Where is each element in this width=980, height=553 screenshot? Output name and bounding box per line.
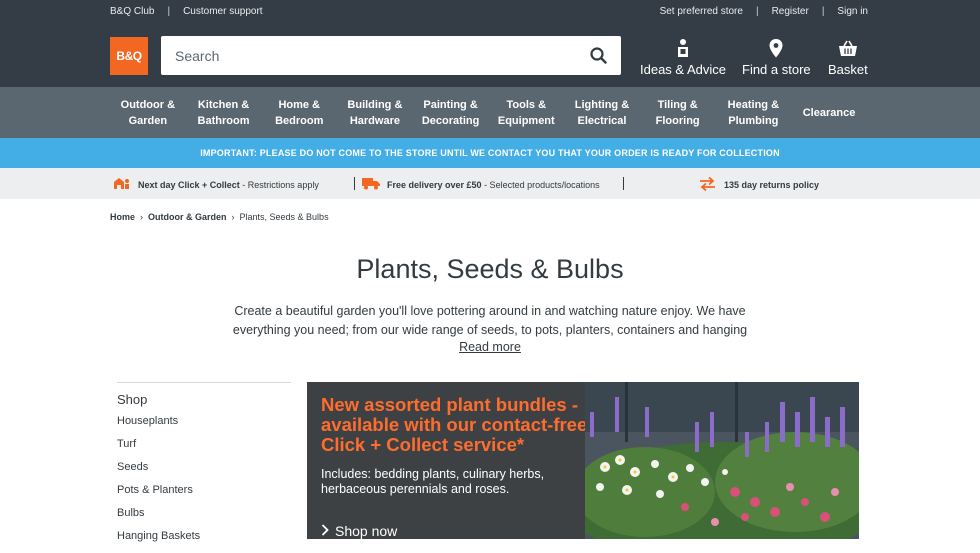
read-more-label: Read more (459, 340, 521, 354)
sidebar-item-turf[interactable]: Turf (117, 438, 291, 461)
sidebar-item-hanging-baskets[interactable]: Hanging Baskets (117, 530, 291, 553)
chevron-right-icon (321, 523, 329, 539)
nav-tiling-flooring[interactable]: Tiling & Flooring (640, 87, 716, 138)
free-delivery-text: Free delivery over £50 (387, 179, 482, 190)
nav-clearance[interactable]: Clearance (791, 87, 867, 138)
nav-painting-decorating[interactable]: Painting & Decorating (413, 87, 489, 138)
nav-home-bedroom[interactable]: Home & Bedroom (261, 87, 337, 138)
click-collect-text: Next day Click + Collect (138, 179, 240, 190)
set-preferred-store-link[interactable]: Set preferred store (660, 6, 743, 17)
find-store-label: Find a store (742, 62, 811, 77)
ideas-advice-label: Ideas & Advice (640, 62, 726, 77)
separator: | (821, 5, 825, 17)
bq-club-link[interactable]: B&Q Club (110, 6, 154, 17)
important-banner: IMPORTANT: PLEASE DO NOT COME TO THE STO… (0, 138, 980, 168)
separator: | (167, 5, 171, 17)
returns-arrows-icon (699, 176, 716, 193)
promo-banner[interactable]: New assorted plant bundles - available w… (307, 382, 859, 539)
sidebar-item-houseplants[interactable]: Houseplants (117, 415, 291, 438)
usp-divider (623, 177, 624, 190)
promo-includes: Includes: bedding plants, culinary herbs… (321, 467, 545, 496)
flower-garden-image (585, 382, 859, 539)
utility-bar: B&Q Club | Customer support Set preferre… (0, 0, 980, 22)
breadcrumb: Home › Outdoor & Garden › Plants, Seeds … (110, 212, 329, 222)
returns-text: 135 day returns policy (724, 180, 820, 190)
search-icon[interactable] (587, 45, 609, 67)
category-nav: Outdoor & Garden Kitchen & Bathroom Home… (0, 87, 980, 138)
sidebar-item-bulbs[interactable]: Bulbs (117, 507, 291, 530)
person-ideas-icon (675, 38, 691, 58)
nav-kitchen-bathroom[interactable]: Kitchen & Bathroom (186, 87, 262, 138)
click-collect-note: - Restrictions apply (239, 179, 319, 190)
chevron-right-icon: › (140, 212, 144, 222)
page-title: Plants, Seeds & Bulbs (356, 254, 624, 284)
intro-text: Create a beautiful garden you'll love po… (232, 304, 748, 337)
nav-tools-equipment[interactable]: Tools & Equipment (488, 87, 564, 138)
usp-free-delivery[interactable]: Free delivery over £50 - Selected produc… (362, 177, 600, 192)
separator: | (755, 5, 759, 17)
sign-in-link[interactable]: Sign in (837, 6, 868, 17)
register-link[interactable]: Register (772, 6, 809, 17)
search-bar (161, 36, 621, 75)
promo-headline: New assorted plant bundles - available w… (321, 394, 588, 455)
ideas-advice-link[interactable]: Ideas & Advice (640, 38, 726, 77)
breadcrumb-home[interactable]: Home (110, 212, 135, 222)
delivery-truck-icon (362, 177, 380, 192)
sidebar-title: Shop (117, 392, 148, 407)
usp-click-collect[interactable]: Next day Click + Collect - Restrictions … (113, 177, 319, 192)
customer-support-link[interactable]: Customer support (183, 6, 262, 17)
basket-label: Basket (828, 62, 868, 77)
sidebar-item-pots-planters[interactable]: Pots & Planters (117, 484, 291, 507)
breadcrumb-outdoor-garden[interactable]: Outdoor & Garden (148, 212, 227, 222)
chevron-right-icon: › (231, 212, 235, 222)
nav-heating-plumbing[interactable]: Heating & Plumbing (716, 87, 792, 138)
usp-returns[interactable]: 135 day returns policy (699, 176, 820, 193)
site-header: B&Q Ideas & Advice Find a store Basket (0, 22, 980, 87)
search-input[interactable] (175, 47, 575, 64)
map-pin-icon (769, 38, 783, 58)
basket-link[interactable]: Basket (828, 38, 868, 77)
free-delivery-note: - Selected products/locations (481, 179, 600, 190)
breadcrumb-current: Plants, Seeds & Bulbs (239, 212, 329, 222)
shop-now-label: Shop now (335, 523, 398, 539)
click-collect-icon (113, 177, 131, 192)
usp-divider (354, 177, 355, 190)
nav-outdoor-garden[interactable]: Outdoor & Garden (110, 87, 186, 138)
sidebar-item-seeds[interactable]: Seeds (117, 461, 291, 484)
read-more-wrapper: Read more (0, 340, 980, 354)
bq-logo[interactable]: B&Q (110, 37, 148, 75)
find-store-link[interactable]: Find a store (742, 38, 811, 77)
basket-icon (838, 38, 858, 58)
shop-sidebar: Shop Houseplants Turf Seeds Pots & Plant… (117, 382, 291, 553)
usp-bar: Next day Click + Collect - Restrictions … (0, 168, 980, 199)
nav-building-hardware[interactable]: Building & Hardware (337, 87, 413, 138)
nav-lighting-electrical[interactable]: Lighting & Electrical (564, 87, 640, 138)
read-more-link[interactable]: Read more (459, 340, 521, 354)
shop-now-link[interactable]: Shop now (321, 523, 397, 539)
